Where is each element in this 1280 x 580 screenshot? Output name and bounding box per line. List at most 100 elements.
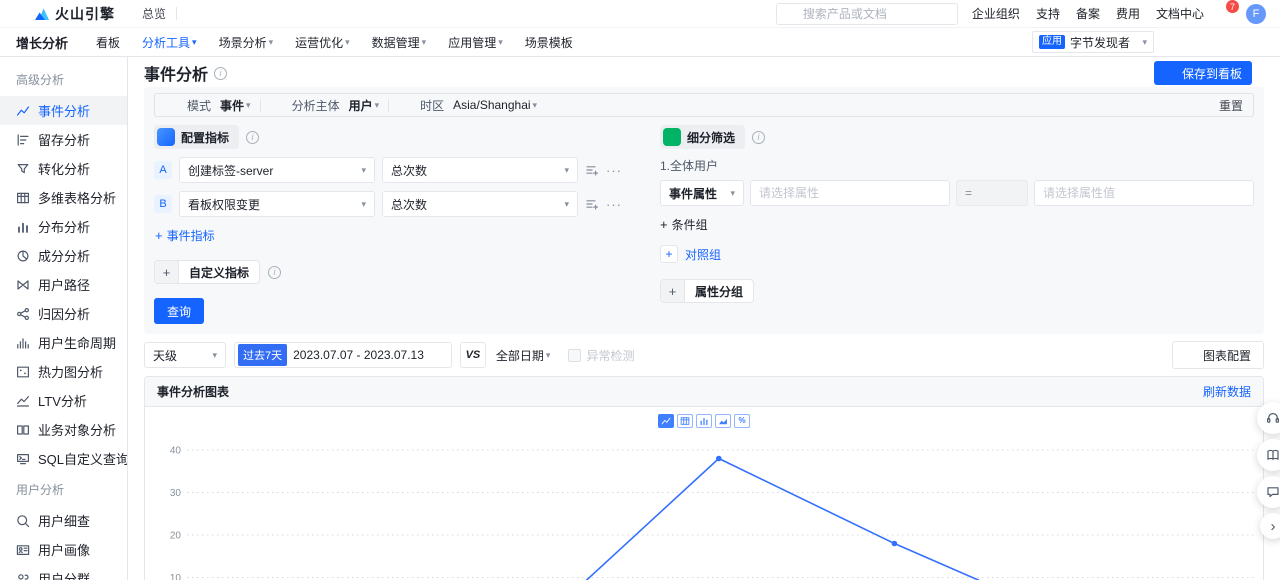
sidebar-item[interactable]: 归因分析 [0,299,127,328]
chart-type-percent-icon[interactable]: % [734,414,750,428]
property-group-label: 属性分组 [695,284,744,299]
sidebar-item[interactable]: 用户生命周期 [0,328,127,357]
add-property-group-button[interactable]: + 属性分组 [660,279,755,303]
sidebar-item[interactable]: 用户画像 [0,535,127,564]
event-select[interactable]: 创建标签-server ▾ [179,157,375,183]
chart-type-line-chart-icon[interactable] [658,414,674,428]
sidebar-item[interactable]: 用户路径 [0,270,127,299]
sidebar-item[interactable]: 用户分群 [0,564,127,580]
subject-select[interactable]: 用户 ▾ [349,97,380,114]
sidebar-item[interactable]: 成分分析 [0,241,127,270]
avatar[interactable]: F [1246,3,1266,24]
event-select[interactable]: 看板权限变更 ▾ [179,191,375,217]
float-support-icon[interactable] [1257,402,1280,434]
timezone-select[interactable]: Asia/Shanghai ▾ [453,98,537,112]
path-icon [16,278,30,292]
topnav-link-2[interactable]: 备案 [1076,5,1100,22]
property-value-input[interactable] [1034,180,1254,206]
topnav-link-4[interactable]: 文档中心 [1156,5,1204,22]
more-icon[interactable]: ··· [606,163,622,178]
chart-card: 事件分析图表 刷新数据 % 10 20 30 40 [144,376,1264,580]
search-input[interactable] [802,6,949,21]
vs-button[interactable]: VS [459,342,486,368]
sidebar-item-label: 用户生命周期 [38,336,117,351]
chart-type-bar-chart-icon[interactable] [696,414,712,428]
float-guide-icon[interactable] [1257,439,1280,471]
sidebar-item[interactable]: 业务对象分析 [0,415,127,444]
add-custom-metric-button[interactable]: + 自定义指标 [154,260,261,284]
subnav-tab[interactable]: 分析工具 ▾ [142,34,197,51]
sidebar-item[interactable]: 热力图分析 [0,357,127,386]
sidebar-item[interactable]: 多维表格分析 [0,183,127,212]
banner-icon[interactable] [1169,35,1183,49]
top-navbar: 火山引擎 总览 企业组织支持备案费用文档中心 7 F [0,0,1280,28]
chart-config-button[interactable]: 图表配置 [1171,341,1264,369]
hamburger-menu-icon[interactable] [10,7,24,21]
sidebar-item-label: 用户细查 [38,514,91,529]
app-selector[interactable]: 应用 字节发现者 ▾ [1032,31,1154,53]
lightbulb-icon[interactable] [1258,66,1272,80]
sidebar-item[interactable]: 事件分析 [0,96,127,125]
lifecycle-icon [16,336,30,350]
property-input[interactable] [750,180,950,206]
anomaly-checkbox[interactable] [568,348,582,362]
subnav-tab[interactable]: 场景分析 ▾ [219,34,274,51]
add-condition-group-button[interactable]: + 条件组 [660,216,708,233]
subnav-tab[interactable]: 应用管理 ▾ [448,34,503,51]
divider [259,98,261,112]
topnav-link-1[interactable]: 支持 [1036,5,1060,22]
info-icon[interactable]: i [752,130,766,144]
gear-icon[interactable] [289,266,302,279]
add-control-group-button[interactable]: + 对照组 [660,245,1254,263]
compare-select[interactable]: 全部日期 ▾ [496,347,551,364]
chart-type-area-chart-icon[interactable] [715,414,731,428]
float-collapse-icon[interactable]: › [1260,513,1280,539]
ltv-icon [16,394,30,408]
gear-icon[interactable] [639,349,651,361]
sidebar-item[interactable]: 转化分析 [0,154,127,183]
sidebar-item[interactable]: LTV分析 [0,386,127,415]
line-chart-svg: 10 20 30 40 [170,446,1255,580]
global-search[interactable] [775,2,958,25]
date-range-picker[interactable]: 过去7天 2023.07.07 - 2023.07.13 [234,342,452,368]
sidebar-item[interactable]: 用户细查 [0,506,127,535]
mobile-icon[interactable] [1198,35,1212,49]
subnav-tab[interactable]: 运营优化 ▾ [295,34,350,51]
chart-type-table-icon[interactable] [677,414,693,428]
more-icon[interactable]: ··· [606,197,622,212]
save-to-board-button[interactable]: 保存到看板 [1153,61,1252,85]
sidebar-item[interactable]: 分布分析 [0,212,127,241]
area-chart-icon [718,416,728,426]
brand-logo[interactable]: 火山引擎 [34,4,115,24]
query-button[interactable]: 查询 [154,298,205,324]
mail-icon[interactable] [1256,35,1270,49]
refresh-data-button[interactable]: 刷新数据 [1188,383,1251,400]
sidebar-item[interactable]: SQL自定义查询 [0,444,127,473]
refresh-icon [1203,99,1215,111]
mode-select[interactable]: 事件 ▾ [220,97,251,114]
metric-type-select[interactable]: 总次数 ▾ [382,191,578,217]
info-icon[interactable]: i [246,130,260,144]
percent-icon: % [738,416,746,425]
subnav-tab[interactable]: 数据管理 ▾ [372,34,427,51]
add-filter-icon[interactable] [585,163,599,177]
subnav-tab[interactable]: 看板 [96,34,120,51]
sidebar-item[interactable]: 留存分析 [0,125,127,154]
settings-gear-icon[interactable] [1227,35,1241,49]
info-icon[interactable]: i [214,66,228,80]
topnav-link-3[interactable]: 费用 [1116,5,1140,22]
metrics-config-header: 配置指标 [154,125,240,149]
topnav-link-0[interactable]: 企业组织 [972,5,1020,22]
subnav-tab[interactable]: 场景模板 [525,34,573,51]
add-filter-icon[interactable] [585,197,599,211]
metric-type-select[interactable]: 总次数 ▾ [382,157,578,183]
float-feedback-icon[interactable] [1257,476,1280,508]
add-event-metric-button[interactable]: + 事件指标 [155,227,215,244]
operator-select[interactable]: = [956,180,1028,206]
reset-button[interactable]: 重置 [1203,97,1243,114]
info-icon[interactable]: i [268,265,282,279]
overview-link[interactable]: 总览 [125,5,166,22]
property-type-select[interactable]: 事件属性 ▾ [660,180,744,206]
granularity-select[interactable]: 天级 ▾ [144,342,226,368]
notification-bell[interactable]: 7 [1218,0,1239,22]
